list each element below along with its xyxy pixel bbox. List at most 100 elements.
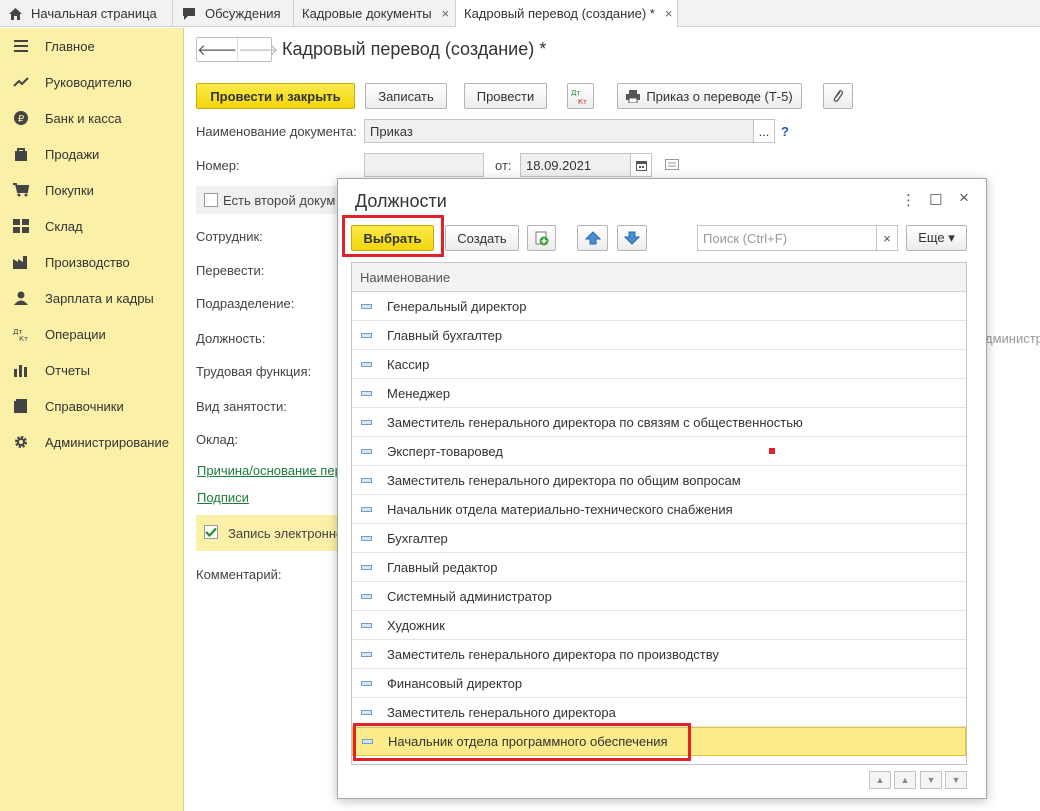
attachment-button[interactable]	[823, 83, 853, 109]
close-icon[interactable]: ×	[442, 6, 450, 21]
row-label: Заместитель генерального директора по св…	[387, 414, 803, 430]
forward-arrow-icon[interactable]: 🡒	[237, 38, 278, 61]
sidebar-item-salary-hr[interactable]: Зарплата и кадры	[0, 280, 183, 316]
post-button[interactable]: Провести	[464, 83, 547, 109]
sidebar-item-warehouse[interactable]: Склад	[0, 208, 183, 244]
print-order-button[interactable]: Приказ о переводе (Т-5)	[617, 83, 802, 109]
search-input[interactable]: Поиск (Ctrl+F)	[697, 225, 877, 251]
sidebar-item-label: Отчеты	[45, 362, 90, 378]
tab-discussions[interactable]: Обсуждения	[173, 0, 294, 27]
sidebar-item-label: Руководителю	[45, 74, 132, 90]
table-row[interactable]: Художник	[352, 611, 966, 640]
table-row[interactable]: Эксперт-товаровед	[352, 437, 966, 466]
calendar-icon[interactable]	[630, 153, 652, 177]
table-row[interactable]: Менеджер	[352, 379, 966, 408]
table-row[interactable]: Генеральный директор	[352, 292, 966, 321]
bar-chart-icon	[12, 362, 30, 378]
warehouse-icon	[12, 218, 30, 234]
sidebar: Главное Руководителю ₽ Банк и касса Прод…	[0, 28, 184, 811]
sidebar-item-purchases[interactable]: Покупки	[0, 172, 183, 208]
table-row[interactable]: Заместитель генерального директора по св…	[352, 408, 966, 437]
sidebar-item-operations[interactable]: Дт Кт Операции	[0, 316, 183, 352]
comment-label: Комментарий:	[196, 567, 282, 582]
scroll-down-button[interactable]: ▼	[920, 771, 942, 789]
printer-icon	[626, 89, 641, 103]
add-copy-icon	[535, 231, 548, 245]
sidebar-item-main[interactable]: Главное	[0, 28, 183, 64]
table-row[interactable]: Главный бухгалтер	[352, 321, 966, 350]
sidebar-item-production[interactable]: Производство	[0, 244, 183, 280]
marker-dot	[769, 448, 775, 454]
item-icon	[361, 390, 372, 396]
signatures-link[interactable]: Подписи	[197, 490, 249, 505]
copy-add-button[interactable]	[527, 225, 556, 251]
item-icon	[361, 303, 372, 309]
table-row[interactable]: Главный редактор	[352, 553, 966, 582]
table-row[interactable]: Финансовый директор	[352, 669, 966, 698]
sidebar-item-administration[interactable]: Администрирование	[0, 424, 183, 460]
gear-icon	[12, 434, 30, 450]
back-arrow-icon[interactable]: 🡐	[197, 38, 237, 61]
sidebar-item-label: Зарплата и кадры	[45, 290, 154, 306]
item-icon	[361, 651, 372, 657]
table-row[interactable]: Заместитель генерального директора по об…	[352, 466, 966, 495]
close-icon[interactable]: ×	[665, 6, 673, 21]
more-vertical-icon[interactable]: ⋮	[901, 191, 916, 209]
sidebar-item-sales[interactable]: Продажи	[0, 136, 183, 172]
home-icon	[8, 7, 23, 21]
tab-label: Начальная страница	[31, 6, 157, 21]
row-label: Системный администратор	[387, 588, 552, 604]
create-button[interactable]: Создать	[445, 225, 519, 251]
tab-label: Кадровый перевод (создание) *	[464, 6, 655, 21]
row-label: Генеральный директор	[387, 298, 527, 314]
close-icon[interactable]: ×	[959, 188, 969, 208]
sidebar-item-label: Покупки	[45, 182, 94, 198]
factory-icon	[12, 254, 30, 270]
sidebar-item-reports[interactable]: Отчеты	[0, 352, 183, 388]
maximize-icon[interactable]: ☐	[929, 191, 942, 209]
search-clear-icon[interactable]: ×	[876, 225, 898, 251]
sidebar-item-references[interactable]: Справочники	[0, 388, 183, 424]
scroll-bottom-button[interactable]: ▼	[945, 771, 967, 789]
second-doc-checkbox[interactable]	[204, 193, 218, 207]
item-icon	[361, 419, 372, 425]
book-icon	[12, 398, 30, 414]
item-icon	[361, 709, 372, 715]
post-and-close-button[interactable]: Провести и закрыть	[196, 83, 355, 109]
dt-kt-button[interactable]: Дт Кт	[567, 83, 594, 109]
item-icon	[361, 506, 372, 512]
save-button[interactable]: Записать	[365, 83, 447, 109]
move-down-button[interactable]	[617, 225, 647, 251]
number-field[interactable]	[364, 153, 484, 177]
item-icon	[361, 535, 372, 541]
reason-link[interactable]: Причина/основание пер	[197, 463, 342, 478]
sidebar-item-label: Операции	[45, 326, 106, 342]
table-row[interactable]: Заместитель генерального директора по пр…	[352, 640, 966, 669]
svg-text:Дт: Дт	[571, 89, 581, 97]
table-row[interactable]: Системный администратор	[352, 582, 966, 611]
bag-icon	[12, 146, 30, 162]
tab-hr-documents[interactable]: Кадровые документы ×	[294, 0, 456, 27]
chat-icon	[181, 7, 197, 21]
move-up-button[interactable]	[577, 225, 608, 251]
table-row[interactable]: Кассир	[352, 350, 966, 379]
scroll-up-button[interactable]: ▲	[894, 771, 916, 789]
menu-icon	[12, 38, 30, 54]
date-field[interactable]: 18.09.2021	[520, 153, 631, 177]
table-row[interactable]: Бухгалтер	[352, 524, 966, 553]
tab-transfer-create[interactable]: Кадровый перевод (создание) * ×	[456, 0, 678, 27]
scroll-top-button[interactable]: ▲	[869, 771, 891, 789]
tab-home[interactable]: Начальная страница	[0, 0, 173, 27]
more-button[interactable]: Еще ▾	[906, 225, 967, 251]
help-icon[interactable]: ?	[781, 124, 789, 139]
electronic-record-checkbox[interactable]	[204, 525, 218, 539]
table-row[interactable]: Начальник отдела материально-техническог…	[352, 495, 966, 524]
document-icon[interactable]	[665, 158, 679, 173]
sidebar-item-bank[interactable]: ₽ Банк и касса	[0, 100, 183, 136]
column-header-name[interactable]: Наименование	[352, 263, 966, 292]
print-order-label: Приказ о переводе (Т-5)	[646, 88, 793, 104]
doc-name-field[interactable]: Приказ	[364, 119, 754, 143]
sidebar-item-manager[interactable]: Руководителю	[0, 64, 183, 100]
sidebar-item-label: Главное	[45, 38, 95, 54]
doc-name-select-button[interactable]: ...	[753, 119, 775, 143]
